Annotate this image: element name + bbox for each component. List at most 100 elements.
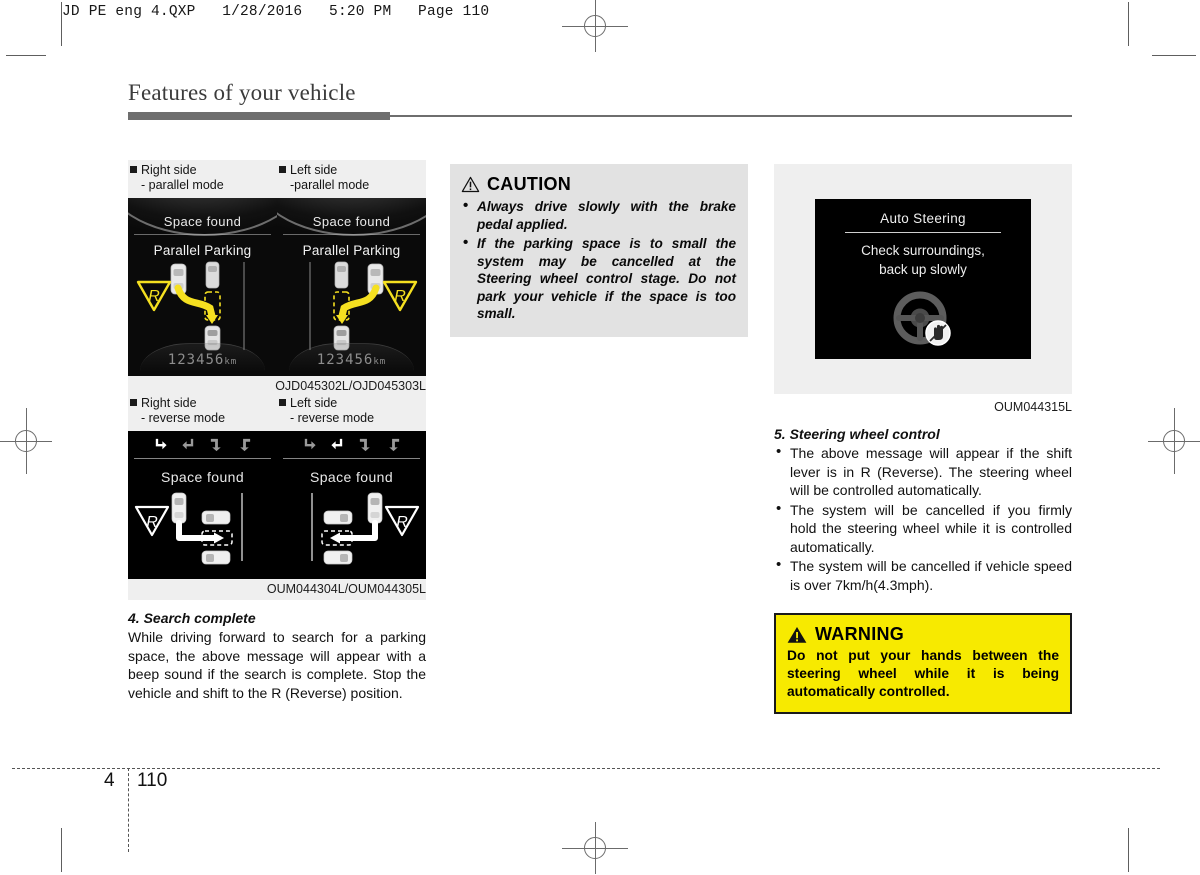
footer-vertical-rule (128, 768, 129, 852)
figure-caption-reverse: OUM044304L/OUM044305L (128, 579, 426, 600)
section-5-list: The above message will appear if the shi… (774, 443, 1072, 594)
section-5-item: The system will be cancelled if you firm… (774, 500, 1072, 557)
label-row-secondary: - reverse mode (141, 411, 226, 425)
direction-icon-bar-right (128, 431, 277, 457)
auto-steering-message-line1: Check surroundings, (861, 243, 985, 258)
caution-triangle-icon (461, 176, 480, 193)
caution-item: Always drive slowly with the brake pedal… (461, 197, 736, 233)
odometer-unit: km (224, 357, 238, 367)
section-5-heading: 5. Steering wheel control (774, 426, 940, 442)
label-text: Right side (141, 163, 197, 177)
registration-mark-top (562, 0, 628, 52)
registration-mark-bottom (562, 822, 628, 874)
figure-caption-parallel: OJD045302L/OJD045303L (128, 376, 426, 393)
display-divider (283, 234, 420, 235)
auto-steering-divider (845, 232, 1001, 233)
auto-steering-screen: Auto Steering Check surroundings, back u… (815, 199, 1031, 359)
middle-column: CAUTION Always drive slowly with the bra… (450, 164, 748, 337)
display-divider (134, 234, 271, 235)
label-text: Left side (290, 163, 338, 177)
reverse-parking-diagram-left: R (311, 492, 420, 565)
label-left-side-reverse: Left side - reverse mode (277, 393, 426, 431)
warning-title: WARNING (787, 624, 1059, 645)
reverse-mode-figure: Space found R Space found R (128, 431, 426, 579)
auto-steering-figure: Auto Steering Check surroundings, back u… (774, 164, 1072, 394)
auto-steering-message-line2: back up slowly (879, 262, 967, 277)
direction-icon-bar-left (277, 431, 426, 457)
folio-page-number: 110 (137, 770, 168, 791)
bullet-square-icon (279, 166, 286, 173)
arrow-right-down-icon (359, 438, 370, 451)
regmark-circle (584, 15, 606, 37)
display-space-found-text: Space found (160, 469, 245, 485)
section-5-item: The above message will appear if the shi… (774, 443, 1072, 500)
parallel-mode-figure: Space found Parallel Parking R 123456km … (128, 198, 426, 376)
warning-triangle-icon (787, 626, 807, 643)
svg-text:R: R (394, 288, 406, 305)
parallel-parking-diagram-left: R (309, 261, 418, 351)
display-mode-text: Parallel Parking (302, 243, 401, 258)
auto-steering-title: Auto Steering (880, 211, 966, 226)
label-row-secondary: - parallel mode (141, 178, 224, 192)
caution-item: If the parking space is to small the sys… (461, 234, 736, 323)
display-space-found-text: Space found (309, 469, 394, 485)
label-row-secondary: - reverse mode (290, 411, 375, 425)
warning-title-text: WARNING (815, 624, 905, 644)
label-right-side-reverse: Right side - reverse mode (128, 393, 277, 431)
steering-wheel-illustration (891, 291, 955, 351)
crop-mark-top-right-horizontal (1152, 55, 1196, 56)
section-4-heading: 4. Search complete (128, 610, 256, 626)
crop-mark-bottom-left-vertical (61, 828, 62, 872)
left-column: Right side - parallel mode Left side -pa… (128, 160, 426, 702)
hand-warning-badge-icon (925, 320, 951, 346)
label-left-side-parallel: Left side -parallel mode (277, 160, 426, 198)
regmark-circle (1163, 430, 1185, 452)
right-column: Auto Steering Check surroundings, back u… (774, 164, 1072, 714)
crop-mark-left-horizontal (6, 55, 46, 56)
odometer-readout: 123456km (277, 352, 426, 368)
cluster-display-left-reverse: Space found R (277, 431, 426, 579)
caution-title: CAUTION (461, 174, 736, 195)
bullet-square-icon (130, 166, 137, 173)
display-space-found-text: Space found (163, 214, 242, 229)
crop-mark-top-right-vertical (1128, 2, 1129, 46)
section-4-body: While driving forward to search for a pa… (128, 629, 426, 701)
parallel-parking-diagram-right: R (136, 261, 245, 351)
auto-steering-message: Check surroundings, back up slowly (815, 241, 1031, 279)
warning-box: WARNING Do not put your hands between th… (774, 613, 1072, 714)
cluster-display-right-parallel: Space found Parallel Parking R 123456km (128, 198, 277, 376)
file-header-text: JD PE eng 4.QXP 1/28/2016 5:20 PM Page 1… (62, 4, 490, 20)
odometer-value: 123456 (167, 352, 225, 368)
label-row-secondary: -parallel mode (290, 178, 370, 192)
arrow-down-left-icon (182, 438, 194, 449)
gear-r-triangle-icon: R (134, 505, 170, 537)
bullet-square-icon (130, 399, 137, 406)
odometer-readout: 123456km (128, 352, 277, 368)
svg-text:R: R (396, 514, 408, 531)
arrow-down-right-icon (304, 438, 316, 449)
reverse-mode-labels: Right side - reverse mode Left side - re… (128, 393, 426, 431)
odometer-unit: km (373, 357, 387, 367)
reverse-parking-diagram-right: R (134, 492, 243, 565)
label-row-primary: Left side (279, 163, 426, 178)
odometer-value: 123456 (316, 352, 374, 368)
warning-text: Do not put your hands between the steeri… (787, 648, 1059, 699)
crop-mark-bottom-right-vertical (1128, 828, 1129, 872)
arrow-left-down-icon (240, 438, 251, 451)
label-text: Right side (141, 396, 197, 410)
arrow-right-down-icon (210, 438, 221, 451)
page-title: Features of your vehicle (128, 80, 356, 105)
footer-rule (12, 768, 1160, 769)
regmark-circle (584, 837, 606, 859)
caution-list: Always drive slowly with the brake pedal… (461, 197, 736, 323)
arrow-left-down-icon (389, 438, 400, 451)
bullet-square-icon (279, 399, 286, 406)
label-row-primary: Left side (279, 396, 426, 411)
svg-text:R: R (148, 288, 160, 305)
display-divider (283, 458, 420, 459)
figure-caption-auto-steering: OUM044315L (994, 400, 1072, 414)
display-space-found-text: Space found (312, 214, 391, 229)
label-text: Left side (290, 396, 338, 410)
section-5-item: The system will be cancelled if vehicle … (774, 556, 1072, 594)
arrow-down-left-icon (331, 438, 343, 449)
